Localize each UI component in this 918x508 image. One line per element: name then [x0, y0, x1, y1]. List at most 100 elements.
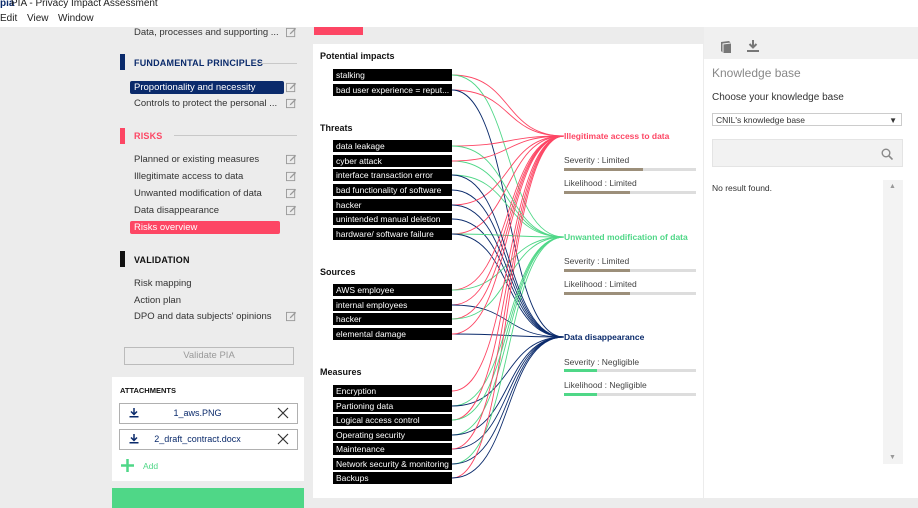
- kb-no-result: No result found.: [712, 183, 773, 193]
- sidebar-item-data-disappearance[interactable]: Data disappearance: [134, 205, 219, 216]
- edit-icon[interactable]: [286, 205, 297, 216]
- knowledge-base-pane: Knowledge base Choose your knowledge bas…: [704, 27, 918, 498]
- scroll-up-icon[interactable]: ▲: [889, 183, 896, 190]
- measure-tag[interactable]: Maintenance: [333, 443, 452, 455]
- threat-tag[interactable]: unintended manual deletion: [333, 213, 452, 225]
- threat-tag[interactable]: cyber attack: [333, 155, 452, 167]
- risks-section-title: RISKS: [134, 131, 163, 141]
- kb-select[interactable]: CNIL's knowledge base ▼: [712, 113, 902, 126]
- measures-title: Measures: [320, 367, 362, 377]
- risk-link-line: [451, 145, 565, 238]
- sidebar-item-controls[interactable]: Controls to protect the personal ...: [134, 98, 277, 109]
- sidebar-item-data-processes[interactable]: Data, processes and supporting ...: [134, 27, 279, 38]
- sidebar-item-action-plan[interactable]: Action plan: [134, 295, 181, 306]
- edit-icon[interactable]: [286, 27, 297, 38]
- menu-edit[interactable]: Edit: [0, 13, 17, 24]
- edit-icon[interactable]: [286, 311, 297, 322]
- menu-bar: Edit View Window: [0, 10, 918, 27]
- add-icon[interactable]: [121, 459, 134, 472]
- source-tag[interactable]: elemental damage: [333, 328, 452, 340]
- risk-link-line: [451, 89, 565, 137]
- sidebar-item-risks-overview[interactable]: Risks overview: [130, 221, 280, 234]
- measure-tag[interactable]: Network security & monitoring: [333, 458, 452, 470]
- likelihood-meter: [564, 191, 696, 194]
- risk-link-line: [451, 135, 565, 421]
- download-icon[interactable]: [746, 39, 760, 53]
- risk-link-line: [451, 74, 565, 137]
- measure-tag[interactable]: Operating security: [333, 429, 452, 441]
- attachment-filename[interactable]: 1_aws.PNG: [120, 408, 275, 418]
- attachment-filename[interactable]: 2_draft_contract.docx: [120, 434, 275, 444]
- risk-link-line: [451, 336, 565, 407]
- validation-section-title: VALIDATION: [134, 255, 190, 265]
- kb-title: Knowledge base: [712, 66, 801, 80]
- risk-link-line: [451, 160, 565, 238]
- risk-link-line: [451, 135, 565, 450]
- source-tag[interactable]: internal employees: [333, 299, 452, 311]
- scroll-down-icon[interactable]: ▼: [889, 454, 896, 461]
- menu-window[interactable]: Window: [58, 13, 94, 24]
- measure-tag[interactable]: Partioning data: [333, 400, 452, 412]
- risks-overview-panel: Potential impacts stalking bad user expe…: [313, 44, 703, 498]
- attachments-title: ATTACHMENTS: [120, 386, 176, 395]
- risk-likelihood: Likelihood : Limited: [564, 178, 637, 188]
- risk-severity: Severity : Limited: [564, 155, 630, 165]
- likelihood-meter: [564, 292, 696, 295]
- potential-impacts-title: Potential impacts: [320, 51, 395, 61]
- add-attachment-link[interactable]: Add: [143, 461, 158, 471]
- fundamental-section-marker: [120, 54, 125, 70]
- attachment-row: 2_draft_contract.docx: [119, 429, 298, 450]
- section-divider: [256, 63, 297, 64]
- impact-tag[interactable]: stalking: [333, 69, 452, 81]
- book-icon[interactable]: [719, 40, 733, 54]
- risk-severity: Severity : Limited: [564, 256, 630, 266]
- risk-title-data-disappearance: Data disappearance: [564, 332, 645, 342]
- validation-section-marker: [120, 251, 125, 267]
- source-tag[interactable]: AWS employee: [333, 284, 452, 296]
- search-icon[interactable]: [881, 148, 893, 160]
- sidebar-item-risk-mapping[interactable]: Risk mapping: [134, 278, 192, 289]
- edit-icon[interactable]: [286, 154, 297, 165]
- sidebar-item-planned-measures[interactable]: Planned or existing measures: [134, 154, 259, 165]
- threat-tag[interactable]: bad functionality of software: [333, 184, 452, 196]
- risk-link-line: [451, 135, 565, 392]
- threat-tag[interactable]: hardware/ software failure: [333, 228, 452, 240]
- threat-tag[interactable]: data leakage: [333, 140, 452, 152]
- kb-scrollbar[interactable]: ▲ ▼: [883, 180, 903, 464]
- risks-tab-marker: [314, 27, 363, 35]
- edit-icon[interactable]: [286, 82, 297, 93]
- green-action-button[interactable]: [112, 488, 304, 508]
- risk-link-line: [451, 135, 565, 291]
- menu-view[interactable]: View: [27, 13, 49, 24]
- threat-tag[interactable]: interface transaction error: [333, 169, 452, 181]
- section-divider: [174, 135, 297, 136]
- severity-meter: [564, 269, 696, 272]
- close-icon[interactable]: [277, 407, 289, 419]
- sidebar-item-dpo-opinions[interactable]: DPO and data subjects' opinions: [134, 311, 272, 322]
- sidebar-item-proportionality[interactable]: Proportionality and necessity: [130, 81, 284, 94]
- severity-meter: [564, 168, 696, 171]
- kb-search-input[interactable]: [712, 139, 903, 167]
- severity-meter: [564, 369, 696, 372]
- window-title: PIA - Privacy Impact Assessment: [11, 0, 158, 9]
- sidebar-item-illegitimate-access[interactable]: Illegitimate access to data: [134, 171, 243, 182]
- kb-select-value: CNIL's knowledge base: [716, 115, 806, 125]
- attachment-row: 1_aws.PNG: [119, 403, 298, 424]
- threat-tag[interactable]: hacker: [333, 199, 452, 211]
- attachments-panel: ATTACHMENTS 1_aws.PNG 2_draft_contract.d…: [112, 377, 304, 481]
- kb-tab-bar: [704, 27, 918, 59]
- measure-tag[interactable]: Backups: [333, 472, 452, 484]
- source-tag[interactable]: hacker: [333, 313, 452, 325]
- measure-tag[interactable]: Logical access control: [333, 414, 452, 426]
- edit-icon[interactable]: [286, 98, 297, 109]
- risk-likelihood: Likelihood : Limited: [564, 279, 637, 289]
- close-icon[interactable]: [277, 433, 289, 445]
- impact-tag[interactable]: bad user experience = reput...: [333, 84, 452, 96]
- edit-icon[interactable]: [286, 188, 297, 199]
- edit-icon[interactable]: [286, 171, 297, 182]
- sidebar-item-unwanted-modification[interactable]: Unwanted modification of data: [134, 188, 262, 199]
- validate-pia-button[interactable]: Validate PIA: [124, 347, 294, 365]
- risk-title-unwanted-modification: Unwanted modification of data: [564, 232, 688, 242]
- measure-tag[interactable]: Encryption: [333, 385, 452, 397]
- threats-title: Threats: [320, 123, 353, 133]
